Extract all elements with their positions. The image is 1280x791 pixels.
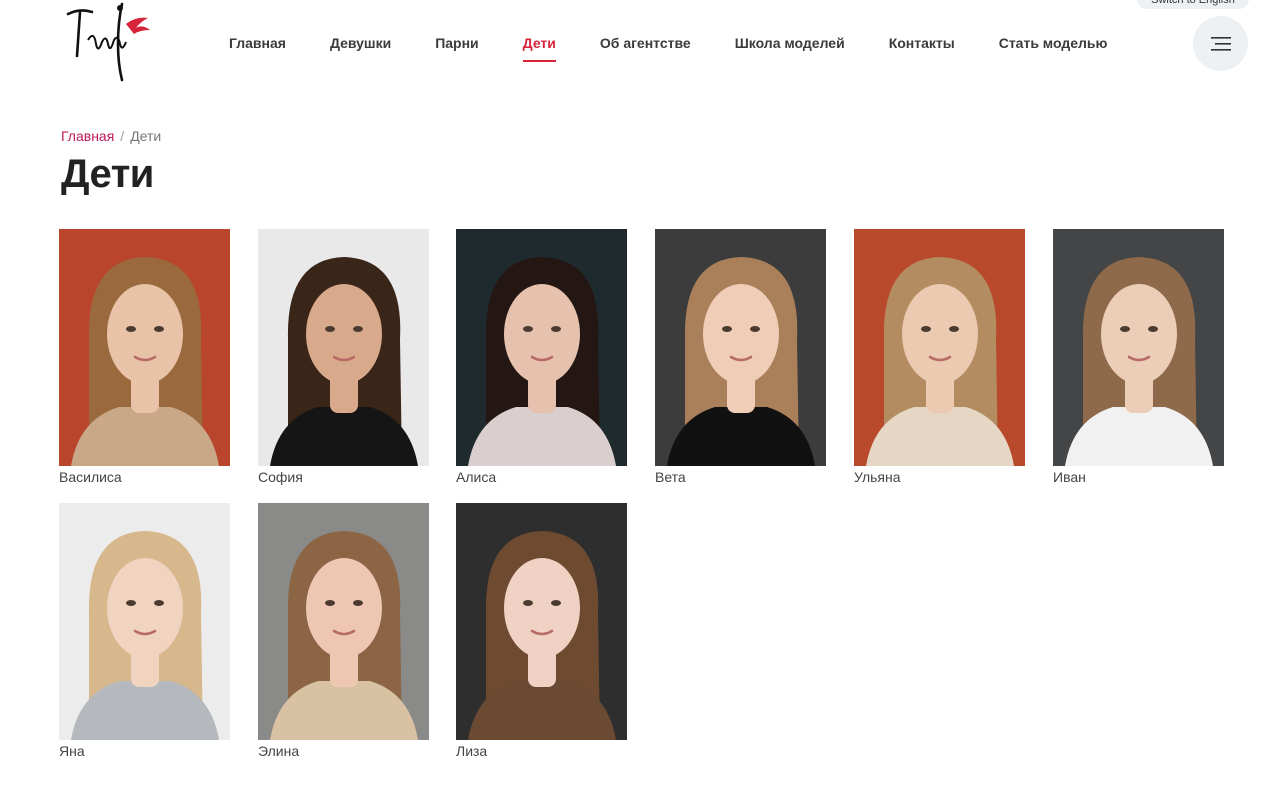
nav-item-about[interactable]: Об агентстве: [600, 33, 691, 53]
breadcrumb-separator: /: [120, 128, 125, 144]
language-switch-label: Switch to English: [1151, 0, 1235, 6]
model-card[interactable]: Яна: [59, 503, 230, 759]
model-card[interactable]: Ульяна: [854, 229, 1025, 485]
model-photo[interactable]: [258, 229, 429, 466]
model-name[interactable]: Алиса: [456, 469, 627, 485]
model-name[interactable]: Элина: [258, 743, 429, 759]
nav-item-girls[interactable]: Девушки: [330, 33, 391, 53]
agency-logo[interactable]: [60, 0, 156, 86]
nav-item-home[interactable]: Главная: [229, 33, 286, 53]
model-card[interactable]: Элина: [258, 503, 429, 759]
menu-button[interactable]: [1193, 16, 1248, 71]
model-card[interactable]: Василиса: [59, 229, 230, 485]
model-name[interactable]: Иван: [1053, 469, 1224, 485]
nav-item-become-model[interactable]: Стать моделью: [999, 33, 1108, 53]
model-name[interactable]: Василиса: [59, 469, 230, 485]
nav-item-contacts[interactable]: Контакты: [889, 33, 955, 53]
model-photo[interactable]: [1053, 229, 1224, 466]
model-photo[interactable]: [655, 229, 826, 466]
model-photo[interactable]: [59, 503, 230, 740]
nav-item-boys[interactable]: Парни: [435, 33, 478, 53]
main-navigation: Главная Девушки Парни Дети Об агентстве …: [206, 0, 1151, 86]
model-photo[interactable]: [258, 503, 429, 740]
model-photo[interactable]: [456, 503, 627, 740]
page-title: Дети: [61, 152, 154, 196]
model-name[interactable]: Яна: [59, 743, 230, 759]
model-card[interactable]: Иван: [1053, 229, 1224, 485]
hamburger-icon: [1210, 36, 1231, 51]
model-name[interactable]: София: [258, 469, 429, 485]
model-name[interactable]: Лиза: [456, 743, 627, 759]
breadcrumb: Главная / Дети: [61, 128, 161, 144]
nav-item-kids[interactable]: Дети: [522, 33, 557, 62]
language-switch-button[interactable]: Switch to English: [1137, 0, 1249, 9]
model-name[interactable]: Ульяна: [854, 469, 1025, 485]
nav-item-model-school[interactable]: Школа моделей: [735, 33, 845, 53]
model-photo[interactable]: [59, 229, 230, 466]
model-card[interactable]: Алиса: [456, 229, 627, 485]
model-card[interactable]: Лиза: [456, 503, 627, 759]
model-photo[interactable]: [854, 229, 1025, 466]
model-photo[interactable]: [456, 229, 627, 466]
model-name[interactable]: Вета: [655, 469, 826, 485]
model-card[interactable]: Вета: [655, 229, 826, 485]
model-card[interactable]: София: [258, 229, 429, 485]
breadcrumb-current: Дети: [130, 128, 162, 144]
breadcrumb-home-link[interactable]: Главная: [61, 128, 114, 144]
